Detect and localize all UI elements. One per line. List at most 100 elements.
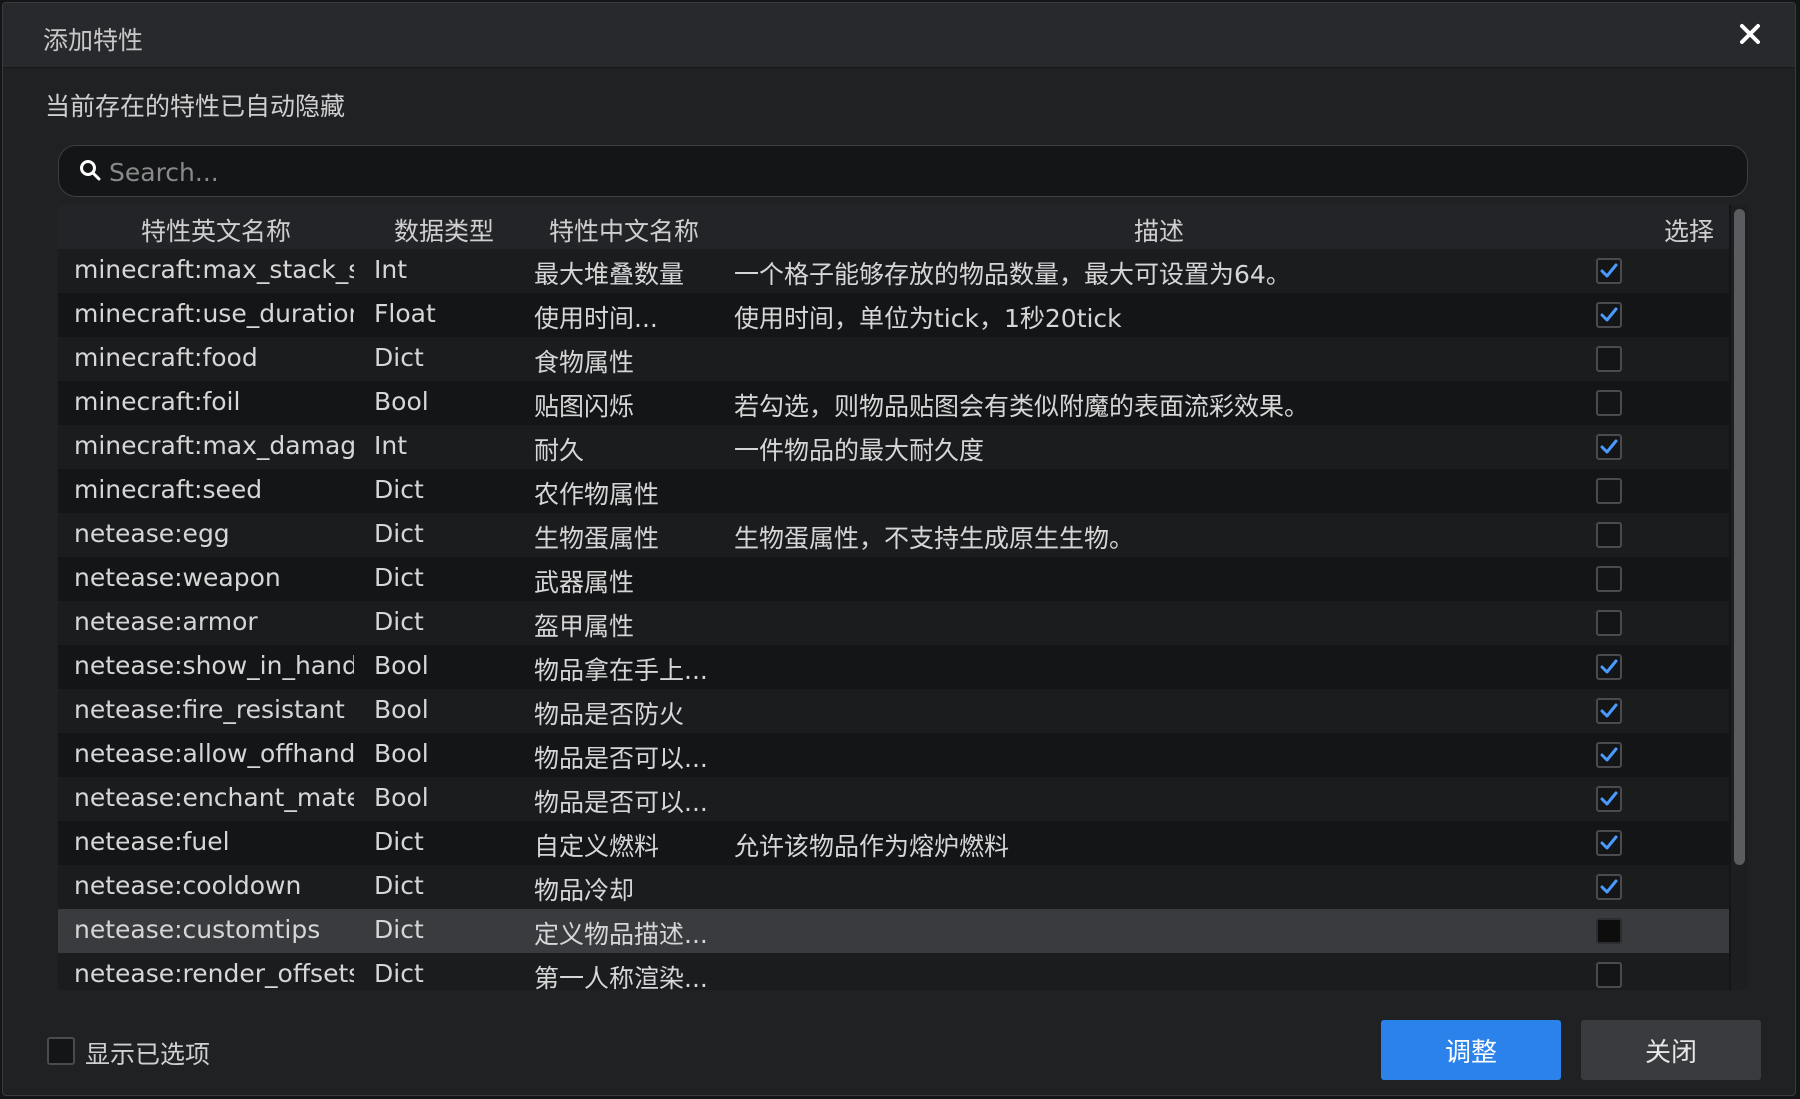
table-row[interactable]: minecraft:foil Bool 贴图闪烁 若勾选，则物品贴图会有类似附魔的表面…	[58, 381, 1729, 425]
select-checkbox[interactable]	[1596, 962, 1622, 988]
close-button[interactable]: 关闭	[1581, 1020, 1761, 1080]
trait-data-type: Dict	[374, 959, 424, 988]
check-icon	[1600, 747, 1618, 762]
trait-data-type: Dict	[374, 915, 424, 944]
trait-data-type: Dict	[374, 475, 424, 504]
trait-cn-name: 使用时间...	[534, 304, 658, 333]
select-checkbox[interactable]	[1596, 874, 1622, 900]
trait-cn-name: 贴图闪烁	[534, 392, 635, 421]
table-row[interactable]: netease:allow_offhand Bool 物品是否可以...	[58, 733, 1729, 777]
trait-data-type: Dict	[374, 563, 424, 592]
select-checkbox[interactable]	[1596, 390, 1622, 416]
select-checkbox[interactable]	[1596, 830, 1622, 856]
table-row[interactable]: netease:customtips Dict 定义物品描述...	[58, 909, 1729, 953]
select-checkbox[interactable]	[1596, 346, 1622, 372]
select-checkbox[interactable]	[1596, 918, 1622, 944]
trait-data-type: Dict	[374, 871, 424, 900]
search-input[interactable]	[107, 152, 1711, 192]
trait-description: 若勾选，则物品贴图会有类似附魔的表面流彩效果。	[734, 392, 1310, 421]
table-scrollbar[interactable]	[1731, 205, 1748, 990]
trait-cn-name: 耐久	[534, 436, 585, 465]
trait-en-name: netease:enchant_mate...	[74, 783, 354, 812]
table-row[interactable]: netease:show_in_hand Bool 物品拿在手上...	[58, 645, 1729, 689]
table-header: 特性英文名称 数据类型 特性中文名称 描述 选择	[58, 205, 1729, 249]
select-checkbox[interactable]	[1596, 698, 1622, 724]
trait-cn-name: 食物属性	[534, 348, 635, 377]
table-row[interactable]: minecraft:use_duration Float 使用时间... 使用时间，单…	[58, 293, 1729, 337]
column-header-description: 描述	[1133, 217, 1184, 246]
select-checkbox[interactable]	[1596, 258, 1622, 284]
trait-en-name: minecraft:foil	[74, 387, 241, 416]
trait-description: 生物蛋属性，不支持生成原生生物。	[734, 524, 1135, 553]
select-checkbox[interactable]	[1596, 478, 1622, 504]
column-header-en-name: 特性英文名称	[140, 217, 291, 246]
trait-en-name: netease:cooldown	[74, 871, 302, 900]
select-checkbox[interactable]	[1596, 610, 1622, 636]
show-selected-label: 显示已选项	[85, 1040, 211, 1069]
select-checkbox[interactable]	[1596, 522, 1622, 548]
trait-cn-name: 物品是否可以...	[534, 744, 708, 773]
check-icon	[1600, 659, 1618, 674]
trait-cn-name: 第一人称渲染...	[534, 964, 708, 990]
scrollbar-thumb[interactable]	[1734, 209, 1745, 865]
adjust-button[interactable]: 调整	[1381, 1020, 1561, 1080]
table-row[interactable]: minecraft:max_stack_s... Int 最大堆叠数量 一个格子能够存…	[58, 249, 1729, 293]
table-row[interactable]: netease:fire_resistant Bool 物品是否防火	[58, 689, 1729, 733]
trait-cn-name: 盔甲属性	[534, 612, 635, 641]
trait-description: 允许该物品作为熔炉燃料	[734, 832, 1010, 861]
trait-cn-name: 农作物属性	[534, 480, 660, 509]
add-trait-dialog: 添加特性 当前存在的特性已自动隐藏 特性英文名称 数据类型 特性中文名称 描述 …	[2, 2, 1796, 1096]
trait-en-name: minecraft:max_damage	[74, 431, 354, 460]
table-row[interactable]: minecraft:food Dict 食物属性	[58, 337, 1729, 381]
trait-en-name: minecraft:max_stack_s...	[74, 255, 354, 284]
select-checkbox[interactable]	[1596, 654, 1622, 680]
table-row[interactable]: minecraft:seed Dict 农作物属性	[58, 469, 1729, 513]
select-checkbox[interactable]	[1596, 742, 1622, 768]
table-row[interactable]: netease:cooldown Dict 物品冷却	[58, 865, 1729, 909]
trait-data-type: Dict	[374, 827, 424, 856]
table-row[interactable]: netease:fuel Dict 自定义燃料 允许该物品作为熔炉燃料	[58, 821, 1729, 865]
trait-en-name: netease:allow_offhand	[74, 739, 354, 768]
trait-cn-name: 物品冷却	[534, 876, 635, 905]
search-box[interactable]	[58, 145, 1748, 197]
show-selected-checkbox[interactable]	[47, 1037, 75, 1065]
trait-en-name: netease:show_in_hand	[74, 651, 354, 680]
trait-cn-name: 物品拿在手上...	[534, 656, 708, 685]
column-header-select: 选择	[1663, 217, 1714, 246]
trait-data-type: Dict	[374, 607, 424, 636]
trait-table: 特性英文名称 数据类型 特性中文名称 描述 选择 minecraft:max_s…	[58, 205, 1748, 990]
select-checkbox[interactable]	[1596, 434, 1622, 460]
table-row[interactable]: netease:weapon Dict 武器属性	[58, 557, 1729, 601]
column-header-type: 数据类型	[393, 217, 494, 246]
table-body: minecraft:max_stack_s... Int 最大堆叠数量 一个格子能够存…	[58, 249, 1729, 990]
trait-en-name: netease:fire_resistant	[74, 695, 345, 724]
trait-data-type: Bool	[374, 695, 429, 724]
check-icon	[1600, 703, 1618, 718]
trait-en-name: minecraft:use_duration	[74, 299, 354, 328]
trait-data-type: Bool	[374, 651, 429, 680]
trait-description: 一个格子能够存放的物品数量，最大可设置为64。	[734, 260, 1291, 289]
trait-cn-name: 最大堆叠数量	[534, 260, 685, 289]
select-checkbox[interactable]	[1596, 566, 1622, 592]
select-checkbox[interactable]	[1596, 302, 1622, 328]
trait-data-type: Dict	[374, 343, 424, 372]
trait-data-type: Int	[374, 255, 408, 284]
check-icon	[1600, 307, 1618, 322]
trait-en-name: netease:customtips	[74, 915, 321, 944]
trait-en-name: minecraft:food	[74, 343, 258, 372]
trait-en-name: minecraft:seed	[74, 475, 263, 504]
table-row[interactable]: netease:egg Dict 生物蛋属性 生物蛋属性，不支持生成原生生物。	[58, 513, 1729, 557]
table-row[interactable]: minecraft:max_damage Int 耐久 一件物品的最大耐久度	[58, 425, 1729, 469]
table-row[interactable]: netease:render_offsets Dict 第一人称渲染...	[58, 953, 1729, 990]
trait-en-name: netease:egg	[74, 519, 230, 548]
trait-en-name: netease:armor	[74, 607, 258, 636]
trait-en-name: netease:render_offsets	[74, 959, 354, 988]
close-icon[interactable]	[1733, 17, 1767, 51]
table-row[interactable]: netease:armor Dict 盔甲属性	[58, 601, 1729, 645]
trait-data-type: Bool	[374, 387, 429, 416]
select-checkbox[interactable]	[1596, 786, 1622, 812]
trait-en-name: netease:fuel	[74, 827, 230, 856]
table-row[interactable]: netease:enchant_mate... Bool 物品是否可以...	[58, 777, 1729, 821]
trait-cn-name: 武器属性	[534, 568, 635, 597]
title-bar: 添加特性	[3, 3, 1795, 68]
